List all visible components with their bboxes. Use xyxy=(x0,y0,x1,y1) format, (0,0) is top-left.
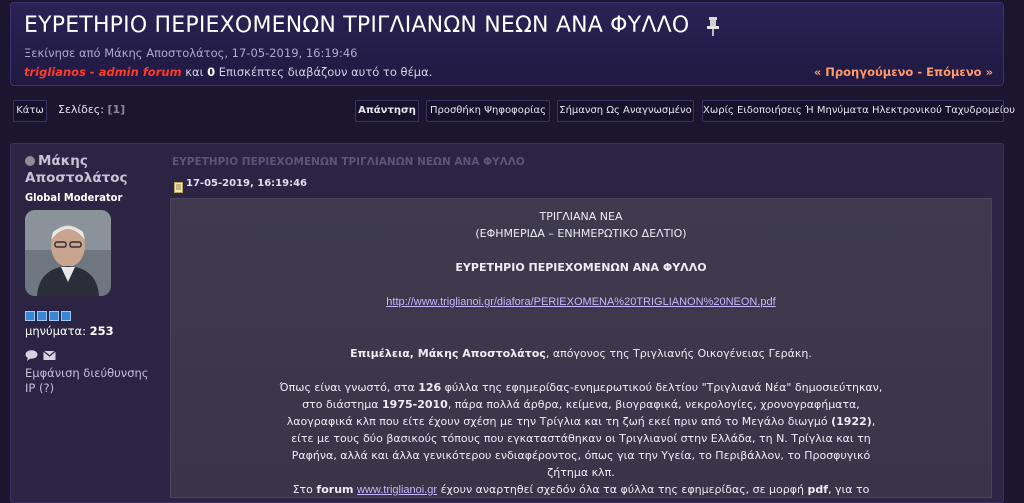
body-bold: 126 xyxy=(418,381,442,394)
pages-label: Σελίδες: xyxy=(58,103,104,116)
body-bold: 1975-2010 xyxy=(382,398,448,411)
posts-count: μηνύματα: 253 xyxy=(25,324,155,338)
body-text: Ραφήνα, αλλά και άλλα γενικότερου ενδιαφ… xyxy=(291,449,871,462)
rank-stars xyxy=(25,306,155,321)
ip-line1: Εμφάνιση διεύθυνσης xyxy=(25,366,149,380)
pin-icon xyxy=(705,16,721,42)
viewers-rest: Επισκέπτες διαβάζουν αυτό το θέμα. xyxy=(215,65,433,79)
viewers-and: και xyxy=(181,65,208,79)
current-page[interactable]: [1] xyxy=(107,103,125,116)
add-poll-button[interactable]: Προσθήκη Ψηφοφορίας xyxy=(426,100,550,122)
posts-value: 253 xyxy=(89,324,114,338)
mark-read-button[interactable]: Σήμανση Ως Αναγνωσμένο xyxy=(557,100,694,122)
body-text: , xyxy=(871,415,876,428)
posts-label: μηνύματα: xyxy=(25,324,86,338)
body-text: , για το xyxy=(828,483,870,496)
viewer-user-link[interactable]: triglianos - admin forum xyxy=(24,65,182,79)
document-icon xyxy=(174,178,183,197)
offline-status-icon xyxy=(25,156,35,166)
pdf-link[interactable]: http://www.triglianoi.gr/diafora/PERIEXO… xyxy=(386,296,775,308)
topic-title-text: ΕΥΡΕΤΗΡΙΟ ΠΕΡΙΕΧΟΜΕΝΩΝ ΤΡΙΓΛΙΑΝΩΝ ΝΕΩΝ Α… xyxy=(24,13,690,38)
speech-bubble-icon[interactable] xyxy=(25,346,43,365)
started-by: Ξεκίνησε από Μάκης Αποστολάτος, 17-05-20… xyxy=(24,46,358,60)
body-bold: forum xyxy=(316,483,354,496)
body-text: είτε με τους δύο βασικούς τόπους που εγκ… xyxy=(291,432,871,445)
post-subject[interactable]: ΕΥΡΕΤΗΡΙΟ ΠΕΡΙΕΧΟΜΕΝΩΝ ΤΡΙΓΛΙΑΝΩΝ ΝΕΩΝ Α… xyxy=(172,156,525,168)
down-button[interactable]: Κάτω xyxy=(13,100,47,122)
star-icon xyxy=(25,311,35,321)
editor-bold: Επιμέλεια, Μάκης Αποστολάτος xyxy=(350,347,546,360)
post-date: 17-05-2019, 16:19:46 xyxy=(186,178,307,189)
poster-role: Global Moderator xyxy=(25,191,123,204)
star-icon xyxy=(37,311,47,321)
forum-link[interactable]: www.triglianoi.gr xyxy=(357,484,437,496)
body-text: , πάρα πολλά άρθρα, κείμενα, βιογραφικά,… xyxy=(447,398,860,411)
avatar xyxy=(25,210,111,296)
poster-info: Μάκης Αποστολάτος Global Moderator μηνύμ… xyxy=(25,153,155,396)
body-text: στο διάστημα xyxy=(302,398,383,411)
body-text: Όπως είναι γνωστό, στα xyxy=(279,381,419,394)
body-text: ζήτημα κλπ. xyxy=(547,466,615,479)
pagination: Σελίδες: [1] xyxy=(58,103,125,116)
body-text: λαογραφικά κλπ που είτε έχουν σχέση με τ… xyxy=(286,415,832,428)
body-line: ΤΡΙΓΛΙΑΝΑ ΝΕΑ xyxy=(539,210,623,223)
body-line: (ΕΦΗΜΕΡΙΔΑ – ΕΝΗΜΕΡΩΤΙΚΟ ΔΕΛΤΙΟ) xyxy=(475,227,687,240)
reply-button[interactable]: Απάντηση xyxy=(355,100,419,122)
post-body: ΤΡΙΓΛΙΑΝΑ ΝΕΑ (ΕΦΗΜΕΡΙΔΑ – ΕΝΗΜΕΡΩΤΙΚΟ Δ… xyxy=(170,198,992,498)
poster-name-first: Μάκης xyxy=(38,153,88,169)
ip-line2: IP (?) xyxy=(25,381,55,395)
viewers-count: 0 xyxy=(207,65,216,79)
body-bold: pdf xyxy=(807,483,829,496)
body-text: Στο xyxy=(292,483,317,496)
star-icon xyxy=(61,311,71,321)
editor-rest: , απόγονος της Τριγλιανής Οικογένειας Γε… xyxy=(545,347,812,360)
email-icon[interactable] xyxy=(43,346,56,365)
star-icon xyxy=(49,311,59,321)
contact-icons xyxy=(25,346,155,361)
body-heading: ΕΥΡΕΤΗΡΙΟ ΠΕΡΙΕΧΟΜΕΝΩΝ ΑΝΑ ΦΥΛΛΟ xyxy=(455,261,707,274)
body-text: φύλλα της εφημερίδας-ενημερωτικού δελτίο… xyxy=(441,381,883,394)
poster-name[interactable]: Μάκης Αποστολάτος xyxy=(25,153,155,187)
show-ip-link[interactable]: Εμφάνιση διεύθυνσης IP (?) xyxy=(25,366,155,396)
body-bold: (1922) xyxy=(831,415,872,428)
prev-next-link[interactable]: « Προηγούμενο - Επόμενο » xyxy=(814,65,993,79)
topic-title: ΕΥΡΕΤΗΡΙΟ ΠΕΡΙΕΧΟΜΕΝΩΝ ΤΡΙΓΛΙΑΝΩΝ ΝΕΩΝ Α… xyxy=(24,13,721,42)
body-text: έχουν αναρτηθεί σχεδόν όλα τα φύλλα της … xyxy=(437,483,808,496)
topic-header: ΕΥΡΕΤΗΡΙΟ ΠΕΡΙΕΧΟΜΕΝΩΝ ΤΡΙΓΛΙΑΝΩΝ ΝΕΩΝ Α… xyxy=(10,2,1004,86)
viewers-info: triglianos - admin forum και 0 Επισκέπτε… xyxy=(24,65,432,79)
poster-name-last: Αποστολάτος xyxy=(25,170,128,186)
notify-button[interactable]: Χωρίς Ειδοποιήσεις Ή Μηνύματα Ηλεκτρονικ… xyxy=(702,100,1015,122)
